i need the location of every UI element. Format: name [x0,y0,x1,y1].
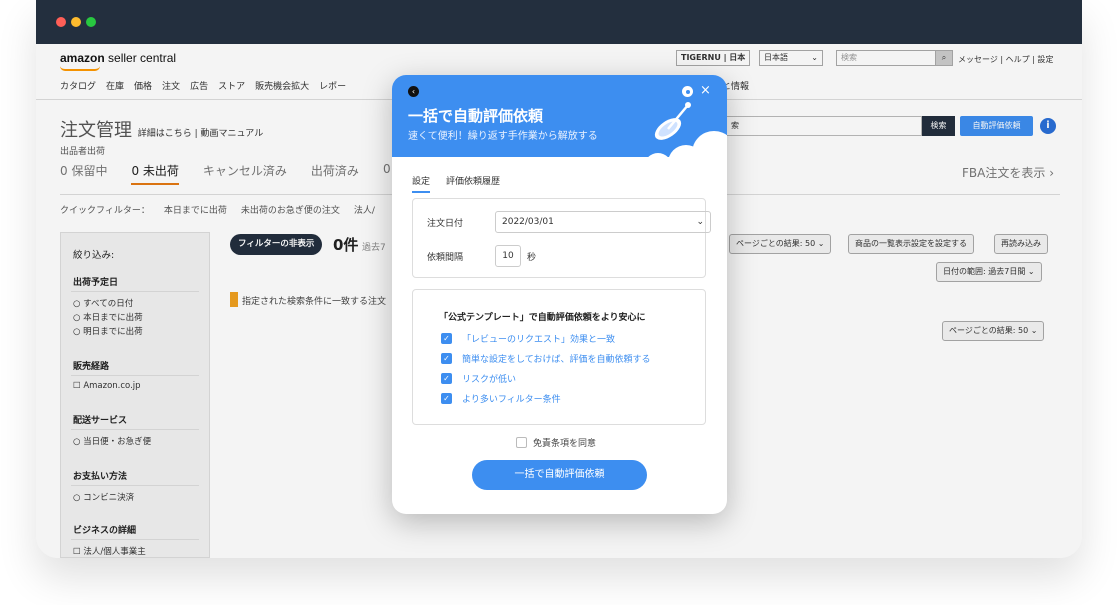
template-heading: 「公式テンプレート」で自動評価依頼をより安心に [439,313,646,323]
auto-review-modal: ‹ × 一括で自動評価依頼 速くて便利！繰り返す手作業から解放する 設定 評価依… [392,75,727,514]
settings-card: 注文日付 2022/03/01 ⌄ 依頼間隔 10 秒 [412,198,711,278]
agree-label: 免責条項を同意 [533,439,597,449]
checkbox-checked-icon[interactable]: ✓ [441,333,452,344]
benefit-label: 簡単な設定をしておけば、評価を自動依頼する [462,355,651,365]
modal-tabs: 設定 評価依頼履歴 [412,174,500,193]
checkbox-empty-icon[interactable] [516,437,527,448]
interval-input[interactable]: 10 [495,245,521,267]
checkbox-checked-icon[interactable]: ✓ [441,393,452,404]
chevron-down-icon: ⌄ [696,217,704,227]
benefit-item[interactable]: ✓ 「レビューのリクエスト」効果と一致 [441,332,615,345]
tab-history[interactable]: 評価依頼履歴 [446,174,500,193]
close-window-icon[interactable] [56,17,66,27]
interval-label: 依頼間隔 [427,253,464,263]
benefit-label: リスクが低い [462,375,517,385]
checkbox-checked-icon[interactable]: ✓ [441,373,452,384]
close-icon[interactable]: × [700,83,711,98]
cloud-shape [668,145,704,181]
back-icon[interactable]: ‹ [408,86,419,97]
agree-terms[interactable]: 免責条項を同意 [516,436,596,449]
interval-unit: 秒 [527,253,537,263]
benefit-item[interactable]: ✓ リスクが低い [441,372,516,385]
window-titlebar [36,0,1082,44]
modal-subtitle: 速くて便利！繰り返す手作業から解放する [408,131,598,142]
modal-header: ‹ × 一括で自動評価依頼 速くて便利！繰り返す手作業から解放する [392,75,727,181]
template-card: 「公式テンプレート」で自動評価依頼をより安心に ✓ 「レビューのリクエスト」効果と… [412,289,706,425]
record-icon[interactable] [682,86,693,97]
cloud-shape [644,153,672,181]
bulk-review-submit-button[interactable]: 一括で自動評価依頼 [472,460,647,490]
order-date-select[interactable]: 2022/03/01 ⌄ [495,211,711,233]
order-date-label: 注文日付 [427,219,464,229]
maximize-window-icon[interactable] [86,17,96,27]
minimize-window-icon[interactable] [71,17,81,27]
benefit-item[interactable]: ✓ 簡単な設定をしておけば、評価を自動依頼する [441,352,650,365]
modal-title: 一括で自動評価依頼 [408,107,544,125]
benefit-label: より多いフィルター条件 [462,395,561,405]
order-date-value: 2022/03/01 [502,217,554,227]
benefit-label: 「レビューのリクエスト」効果と一致 [462,335,616,345]
tab-settings[interactable]: 設定 [412,174,431,193]
checkbox-checked-icon[interactable]: ✓ [441,353,452,364]
benefit-item[interactable]: ✓ より多いフィルター条件 [441,392,561,405]
